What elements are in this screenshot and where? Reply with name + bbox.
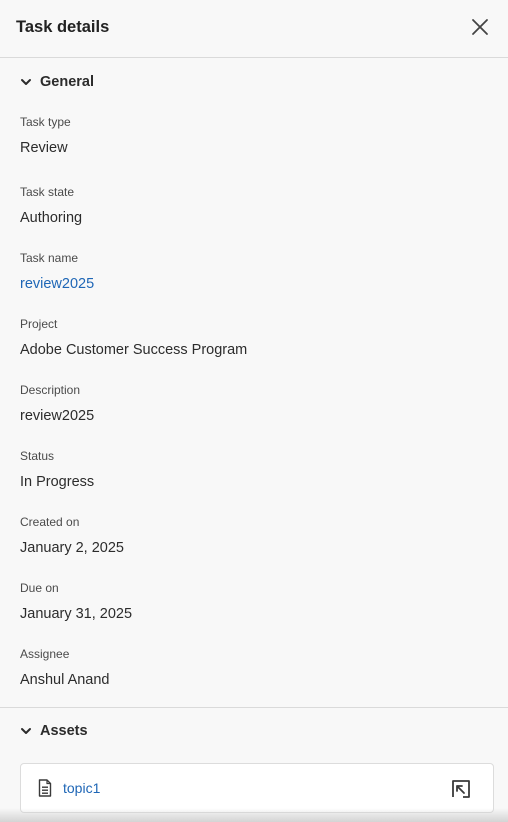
section-divider	[0, 707, 508, 708]
field-task-name: Task name review2025	[20, 251, 480, 293]
field-task-state: Task state Authoring	[20, 185, 480, 227]
panel-title: Task details	[16, 18, 110, 36]
field-label: Task state	[20, 185, 75, 199]
panel-header: Task details	[0, 0, 508, 58]
field-label: Task type	[20, 115, 71, 129]
field-label: Project	[20, 317, 58, 331]
field-label: Description	[20, 383, 81, 397]
chevron-down-icon	[21, 728, 31, 734]
asset-name-link[interactable]: topic1	[63, 780, 100, 796]
task-name-link[interactable]: review2025	[20, 275, 480, 293]
asset-item[interactable]: topic1	[20, 763, 494, 813]
field-description: Description review2025	[20, 383, 480, 425]
field-value: Adobe Customer Success Program	[20, 342, 248, 358]
field-value: review2025	[20, 408, 95, 424]
field-value: Review	[20, 140, 68, 156]
field-created-on: Created on January 2, 2025	[20, 515, 480, 557]
field-assignee: Assignee Anshul Anand	[20, 647, 480, 689]
chevron-down-icon	[21, 79, 31, 85]
open-in-icon[interactable]	[451, 779, 471, 804]
field-label: Created on	[20, 515, 80, 529]
general-section-toggle[interactable]: General	[20, 72, 94, 92]
field-label: Due on	[20, 581, 59, 595]
assets-section-toggle[interactable]: Assets	[20, 721, 88, 741]
close-icon	[472, 19, 488, 35]
close-button[interactable]	[470, 17, 490, 37]
document-icon	[38, 779, 52, 802]
field-status: Status In Progress	[20, 449, 480, 491]
general-section-title: General	[40, 74, 94, 90]
field-task-type: Task type Review	[20, 115, 480, 157]
field-value: Authoring	[20, 210, 83, 226]
assets-section-title: Assets	[40, 723, 88, 739]
field-label: Task name	[20, 251, 79, 265]
field-project: Project Adobe Customer Success Program	[20, 317, 480, 359]
field-label: Assignee	[20, 647, 70, 661]
field-label: Status	[20, 449, 55, 463]
task-details-panel: Task details General Task type Review Ta…	[0, 0, 508, 822]
field-value: In Progress	[20, 474, 95, 490]
field-value: Anshul Anand	[20, 672, 110, 688]
field-due-on: Due on January 31, 2025	[20, 581, 480, 623]
field-value: January 2, 2025	[20, 540, 124, 556]
field-value: January 31, 2025	[20, 606, 133, 622]
